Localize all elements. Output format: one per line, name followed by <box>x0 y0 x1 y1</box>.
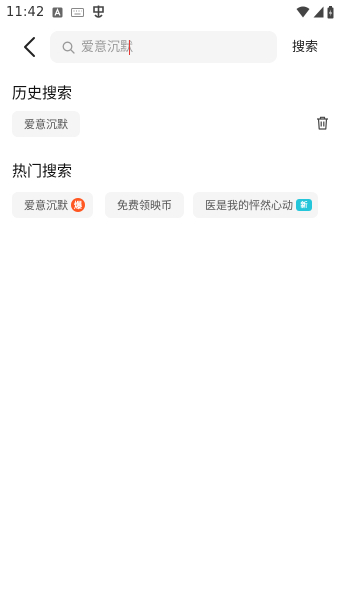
history-item-label: 爱意沉默 <box>24 118 68 131</box>
hot-section-title: 热门搜索 <box>12 162 73 180</box>
wifi-icon <box>296 6 310 18</box>
hot-search-item-label: 爱意沉默 <box>24 199 68 212</box>
chevron-left-icon <box>24 37 35 57</box>
status-bar: 11:42 <box>0 0 342 24</box>
new-badge-icon: 新 <box>296 199 312 211</box>
hot-search-item-label: 医是我的怦然心动 <box>205 199 293 212</box>
clear-history-button[interactable] <box>314 115 330 131</box>
text-caret <box>129 40 130 55</box>
status-right <box>296 5 334 19</box>
status-left: 11:42 <box>6 5 105 20</box>
hot-badge-icon: 爆 <box>71 198 85 212</box>
search-icon <box>62 41 75 54</box>
hot-search-item[interactable]: 爱意沉默 爆 <box>12 192 93 218</box>
search-box[interactable] <box>50 31 277 63</box>
status-time: 11:42 <box>6 4 45 20</box>
hot-search-item[interactable]: 医是我的怦然心动 新 <box>193 192 318 218</box>
history-section-title: 历史搜索 <box>12 84 73 102</box>
search-row: 搜索 <box>0 30 342 64</box>
keyboard-icon <box>71 7 85 17</box>
battery-charging-icon <box>327 5 334 19</box>
history-item[interactable]: 爱意沉默 <box>12 111 80 137</box>
search-button[interactable]: 搜索 <box>292 36 318 55</box>
notification-a-icon <box>52 7 63 18</box>
back-button[interactable] <box>16 33 42 61</box>
search-input[interactable] <box>81 39 261 55</box>
trash-icon <box>316 116 328 130</box>
hot-search-item[interactable]: 免费领映币 <box>105 192 184 218</box>
hot-search-item-label: 免费领映币 <box>117 199 172 212</box>
cellular-signal-icon <box>313 6 324 18</box>
app-notification-icon <box>92 5 105 19</box>
